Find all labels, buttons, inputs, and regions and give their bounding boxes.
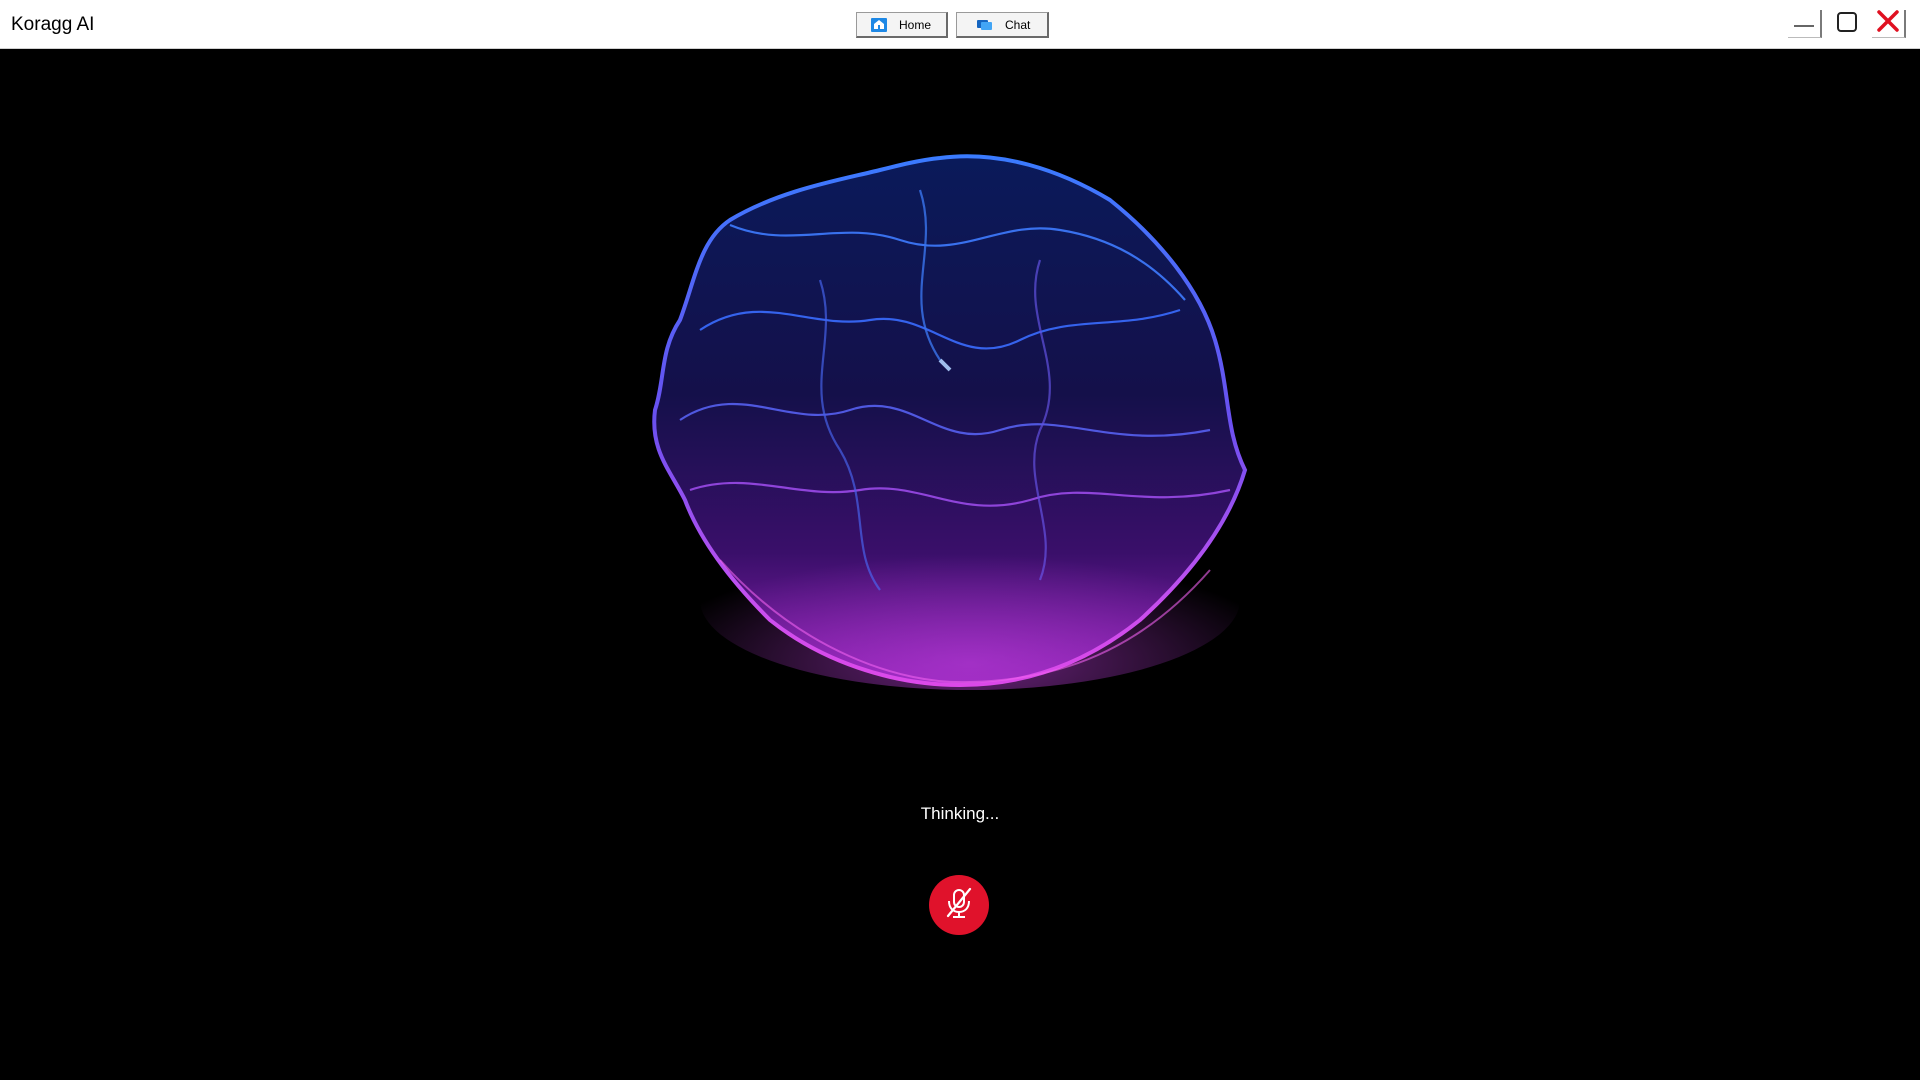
app-title: Koragg AI: [11, 14, 95, 35]
chat-icon: [977, 19, 993, 31]
window-controls: [1788, 10, 1906, 38]
voice-stage: Thinking...: [0, 50, 1920, 1080]
close-button[interactable]: [1872, 10, 1906, 38]
minimize-button[interactable]: [1788, 10, 1822, 38]
chat-button[interactable]: Chat: [956, 12, 1049, 38]
minimize-icon: [1793, 10, 1815, 37]
ai-orb-visualizer: [640, 130, 1300, 700]
nav-buttons: Home Chat: [856, 12, 1049, 38]
maximize-icon: [1836, 11, 1858, 38]
home-button-label: Home: [899, 17, 932, 32]
title-bar: Koragg AI Home Chat: [0, 0, 1920, 49]
status-text: Thinking...: [920, 804, 1000, 823]
mic-off-icon: [943, 886, 975, 925]
mic-toggle-button[interactable]: [929, 875, 989, 935]
home-icon: [871, 17, 887, 32]
close-icon: [1876, 9, 1900, 38]
maximize-button[interactable]: [1830, 10, 1864, 38]
home-button[interactable]: Home: [856, 12, 948, 38]
chat-button-label: Chat: [1005, 17, 1031, 32]
